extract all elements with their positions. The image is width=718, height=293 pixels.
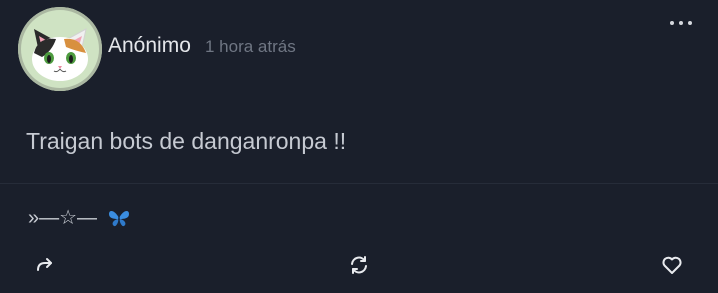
signature-text: »—☆— [28, 207, 98, 229]
user-signature: »—☆— [28, 206, 131, 230]
post-body-text: Traigan bots de danganronpa !! [26, 128, 347, 154]
more-options-button[interactable] [664, 10, 698, 36]
butterfly-icon [109, 210, 130, 227]
heart-icon [662, 256, 682, 274]
cat-avatar-icon [32, 28, 88, 81]
post-timestamp: 1 hora atrás [205, 37, 296, 56]
post-card: Anónimo 1 hora atrás Traigan bots de dan… [0, 0, 718, 293]
avatar[interactable] [18, 7, 102, 91]
more-horizontal-icon-dot [688, 21, 692, 25]
share-button[interactable] [32, 252, 58, 278]
like-button[interactable] [659, 252, 685, 278]
author-name[interactable]: Anónimo [108, 34, 191, 58]
more-horizontal-icon-dot [679, 21, 683, 25]
repost-button[interactable] [346, 252, 372, 278]
more-horizontal-icon [670, 21, 674, 25]
divider [0, 183, 718, 184]
repost-icon [351, 256, 367, 274]
share-arrow-icon [37, 258, 52, 271]
